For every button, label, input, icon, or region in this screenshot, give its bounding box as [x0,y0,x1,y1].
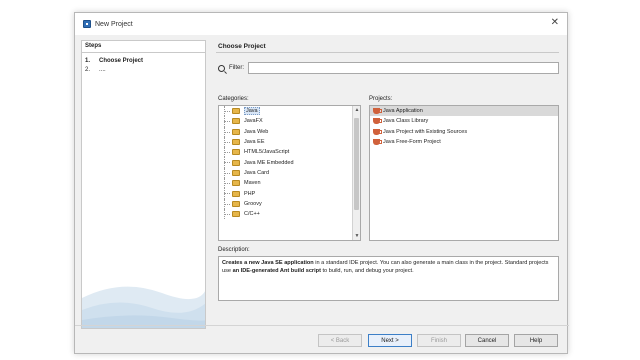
category-item-java[interactable]: Java [219,106,360,117]
project-item-java-class-library[interactable]: Java Class Library [370,116,558,126]
cancel-button[interactable]: Cancel [465,334,509,347]
java-cup-icon [373,118,382,125]
folder-icon [232,108,240,115]
close-button[interactable]: ✕ [551,18,559,28]
project-label: Java Free-Form Project [383,139,441,146]
help-button[interactable]: Help [514,334,558,347]
project-item-java-application[interactable]: Java Application [370,106,558,117]
filter-input[interactable] [248,62,559,74]
category-label: Java [244,107,260,116]
folder-icon [232,128,240,135]
description-bold-2: an IDE-generated Ant build script [232,268,321,275]
java-cup-icon [373,128,382,135]
title-bar: New Project ✕ [75,13,567,35]
steps-panel: Steps 1. Choose Project 2. .... [81,40,206,329]
category-label: Maven [244,180,261,187]
scrollbar-thumb[interactable] [354,118,359,210]
step-label: Choose Project [99,58,144,64]
finish-button[interactable]: Finish [417,334,461,347]
step-number: 2. [85,67,91,73]
new-project-dialog: New Project ✕ Steps 1. Choose Project 2.… [74,12,569,354]
folder-icon [232,211,240,218]
category-label: PHP [244,190,256,197]
description-text-2: to build, run, and debug your project. [320,268,414,275]
category-label: Java Card [244,169,270,176]
step-item: 2. .... [85,66,202,75]
category-label: C/C++ [244,211,260,218]
search-icon [218,64,225,72]
folder-icon [232,118,240,125]
scroll-up-icon[interactable]: ▲ [353,106,360,114]
step-item: 1. Choose Project [85,57,202,66]
page-title: Choose Project [216,41,559,53]
step-number: 1. [85,58,91,64]
filter-label: Filter: [229,65,244,71]
step-label: .... [99,67,106,73]
category-item-maven[interactable]: Maven [219,178,360,189]
folder-icon [232,159,240,166]
project-label: Java Project with Existing Sources [383,128,468,135]
folder-icon [232,200,240,207]
categories-tree[interactable]: Java JavaFX Java Web Java EE HTML5/JavaS… [218,105,361,241]
category-item-c-cpp[interactable]: C/C++ [219,208,360,220]
scroll-down-icon[interactable]: ▼ [353,232,360,240]
decorative-waves [82,286,205,328]
description-bold-1: Creates a new Java SE application [222,260,314,266]
steps-header: Steps [82,41,205,53]
folder-icon [232,139,240,146]
category-label: Groovy [244,200,262,207]
folder-icon [232,180,240,187]
category-item-java-web[interactable]: Java Web [219,126,360,138]
next-button[interactable]: Next > [368,334,412,347]
category-label: Java EE [244,139,265,146]
category-label: HTML5/JavaScript [244,149,290,156]
description-box: Creates a new Java SE application in a s… [218,256,559,301]
category-item-php[interactable]: PHP [219,188,360,199]
category-label: JavaFX [244,118,263,125]
category-label: Java Web [244,128,269,135]
filter-row: Filter: [218,61,559,75]
category-item-java-me[interactable]: Java ME Embedded [219,157,360,169]
back-button[interactable]: < Back [318,334,362,347]
description-label: Description: [218,247,250,253]
project-item-existing-sources[interactable]: Java Project with Existing Sources [370,127,558,137]
window-title: New Project [95,20,133,28]
category-label: Java ME Embedded [244,159,294,166]
project-item-free-form[interactable]: Java Free-Form Project [370,137,558,147]
java-cup-icon [373,139,382,146]
category-item-groovy[interactable]: Groovy [219,198,360,210]
netbeans-icon [83,20,91,28]
categories-label: Categories: [218,96,249,102]
folder-icon [232,169,240,176]
category-item-html5[interactable]: HTML5/JavaScript [219,147,360,158]
category-item-javafx[interactable]: JavaFX [219,116,360,127]
steps-list: 1. Choose Project 2. .... [82,53,205,79]
java-cup-icon [373,108,382,115]
button-bar: < Back Next > Finish Cancel Help [75,325,569,353]
project-label: Java Class Library [383,118,429,125]
folder-icon [232,149,240,156]
projects-label: Projects: [369,96,393,102]
category-item-java-card[interactable]: Java Card [219,167,360,179]
projects-list[interactable]: Java Application Java Class Library Java… [369,105,559,241]
project-label: Java Application [383,108,423,115]
categories-scrollbar[interactable]: ▲ ▼ [352,106,360,240]
folder-icon [232,190,240,197]
category-item-java-ee[interactable]: Java EE [219,136,360,148]
